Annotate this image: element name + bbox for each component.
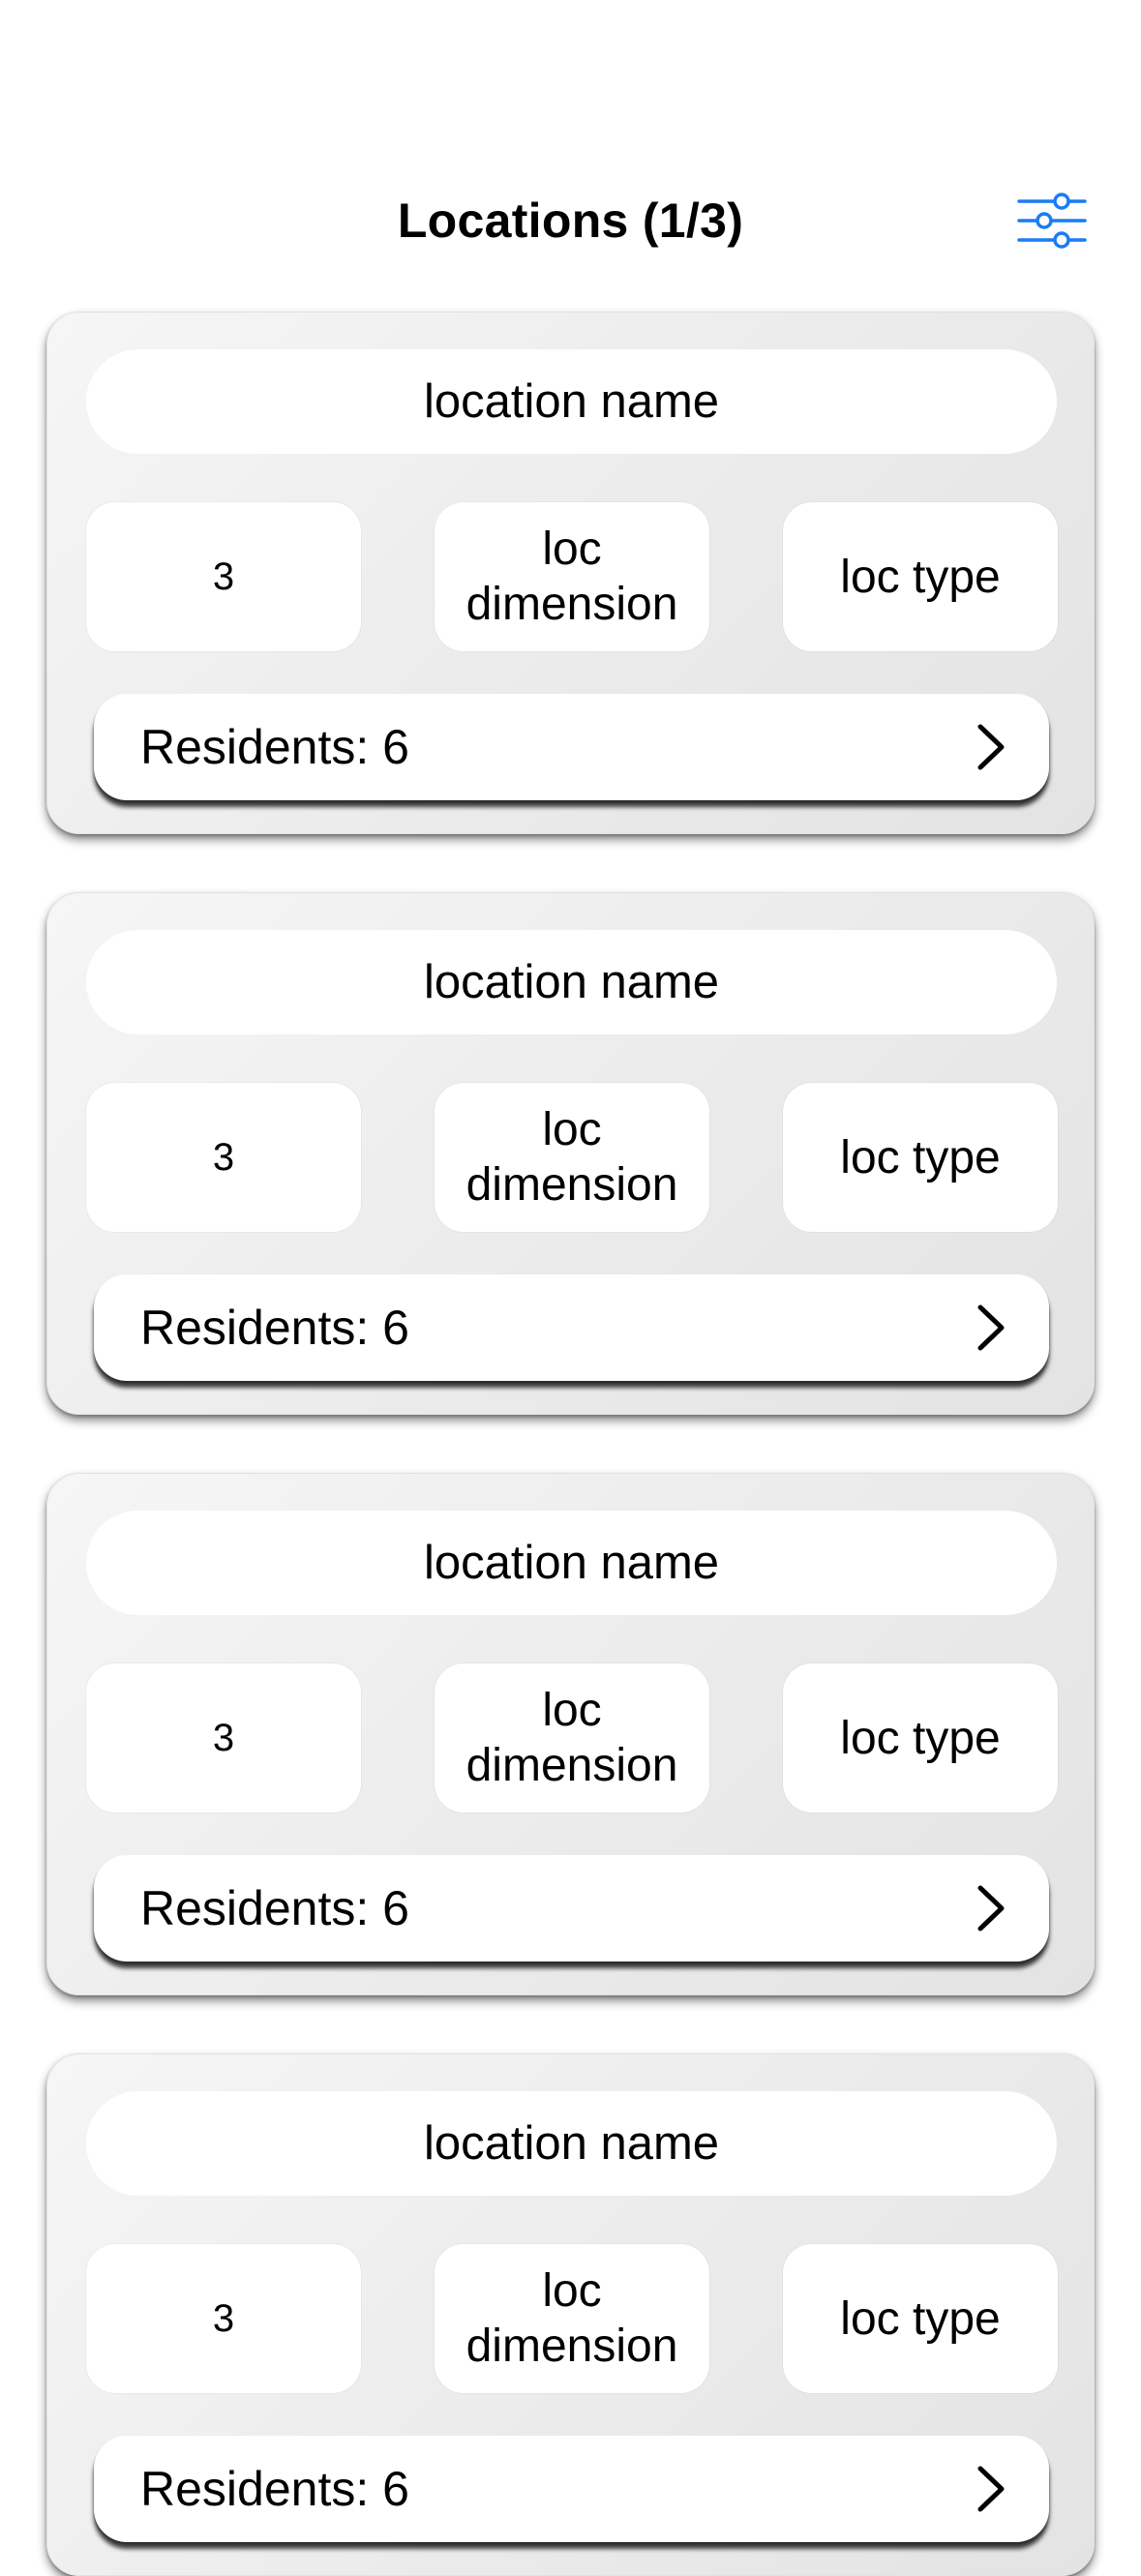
location-name: location name <box>86 2091 1057 2196</box>
location-count: 3 <box>86 2244 361 2393</box>
residents-button[interactable]: Residents: 6 <box>94 1855 1049 1962</box>
location-card: location name 3 loc dimension loc type R… <box>46 312 1095 834</box>
location-card: location name 3 loc dimension loc type R… <box>46 1473 1095 1995</box>
residents-button[interactable]: Residents: 6 <box>94 694 1049 800</box>
navigation-bar: Locations (1/3) <box>0 174 1141 267</box>
location-dimension: loc dimension <box>435 1083 709 1232</box>
location-card: location name 3 loc dimension loc type R… <box>46 2053 1095 2576</box>
residents-label: Residents: 6 <box>140 1881 409 1935</box>
chevron-right-icon <box>977 2466 1005 2512</box>
location-type-value: loc type <box>840 551 1001 603</box>
residents-label: Residents: 6 <box>140 1301 409 1355</box>
location-card: location name 3 loc dimension loc type R… <box>46 892 1095 1415</box>
location-count-value: 3 <box>212 1135 235 1179</box>
chevron-right-icon <box>977 724 1005 770</box>
location-name: location name <box>86 930 1057 1034</box>
location-dimension: loc dimension <box>435 1663 709 1812</box>
location-dimension-value: loc dimension <box>465 524 678 630</box>
location-name: location name <box>86 349 1057 454</box>
location-type-value: loc type <box>840 2292 1001 2345</box>
location-name: location name <box>86 1511 1057 1615</box>
location-count-value: 3 <box>212 554 235 598</box>
sliders-icon <box>1017 193 1087 249</box>
filter-button[interactable] <box>1014 190 1090 252</box>
residents-label: Residents: 6 <box>140 2462 409 2516</box>
location-type: loc type <box>783 1663 1058 1812</box>
location-type: loc type <box>783 502 1058 651</box>
location-type-value: loc type <box>840 1131 1001 1183</box>
location-dimension: loc dimension <box>435 502 709 651</box>
location-dimension-value: loc dimension <box>465 1685 678 1791</box>
residents-label: Residents: 6 <box>140 720 409 774</box>
chevron-right-icon <box>977 1885 1005 1932</box>
location-dimension-value: loc dimension <box>465 2265 678 2372</box>
chevron-right-icon <box>977 1304 1005 1351</box>
location-count-value: 3 <box>212 2296 235 2340</box>
location-count: 3 <box>86 1663 361 1812</box>
page-title: Locations (1/3) <box>397 194 744 248</box>
location-count-value: 3 <box>212 1716 235 1759</box>
location-type-value: loc type <box>840 1712 1001 1764</box>
location-count: 3 <box>86 502 361 651</box>
residents-button[interactable]: Residents: 6 <box>94 1274 1049 1381</box>
locations-list[interactable]: location name 3 loc dimension loc type R… <box>0 0 1141 2576</box>
location-type: loc type <box>783 1083 1058 1232</box>
location-type: loc type <box>783 2244 1058 2393</box>
location-dimension-value: loc dimension <box>465 1104 678 1211</box>
location-dimension: loc dimension <box>435 2244 709 2393</box>
location-count: 3 <box>86 1083 361 1232</box>
residents-button[interactable]: Residents: 6 <box>94 2436 1049 2542</box>
